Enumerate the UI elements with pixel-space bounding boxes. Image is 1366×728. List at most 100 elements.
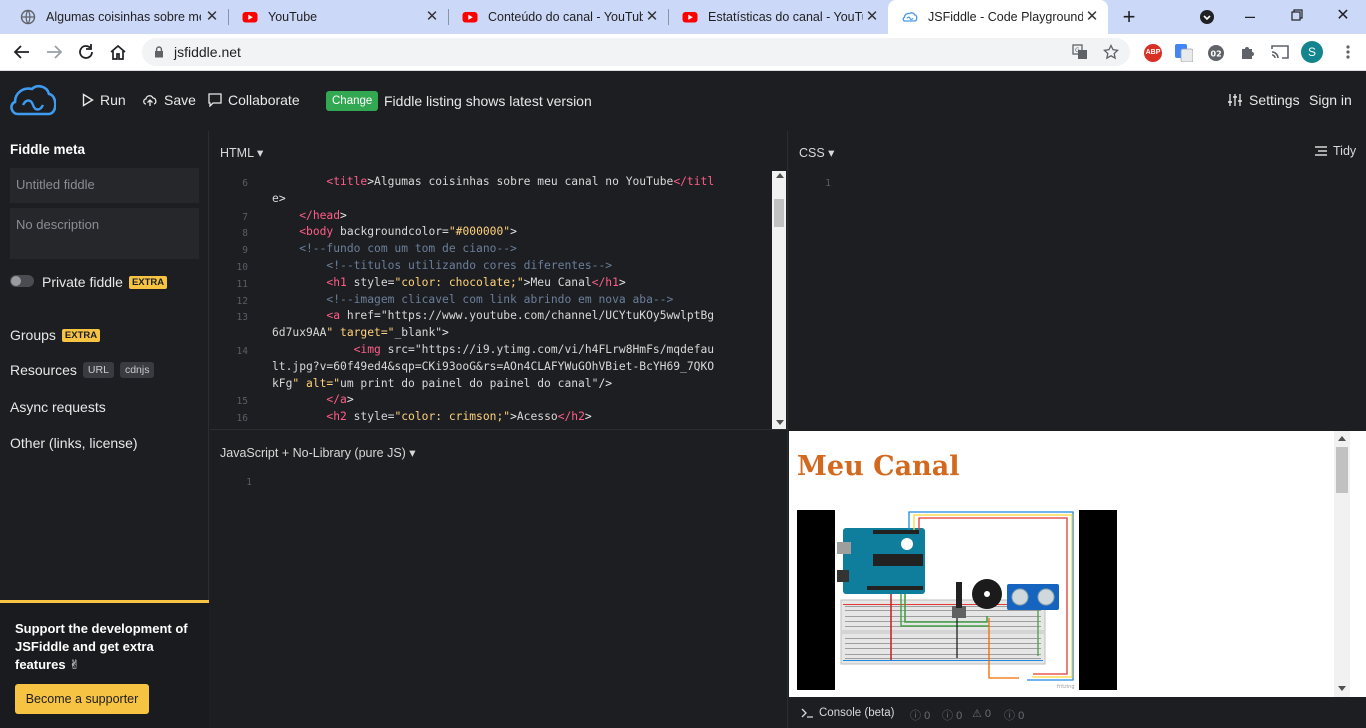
code-line: <body backgroundcolor="#000000"> bbox=[299, 225, 517, 239]
line-number: 10 bbox=[236, 262, 248, 273]
close-tab-icon[interactable]: ✕ bbox=[424, 9, 440, 25]
cloud-upload-icon bbox=[143, 95, 157, 106]
forward-icon[interactable] bbox=[45, 44, 63, 60]
collaborate-button[interactable]: Collaborate bbox=[208, 92, 300, 108]
result-heading: Meu Canal bbox=[797, 451, 960, 482]
css-panel-label[interactable]: CSS ▾ bbox=[799, 145, 834, 160]
chrome-menu-icon[interactable] bbox=[1345, 44, 1351, 60]
adblock-extension-icon[interactable]: ABP bbox=[1144, 44, 1162, 62]
home-icon[interactable] bbox=[109, 43, 127, 61]
globe-icon bbox=[20, 9, 36, 25]
code-line: </head> bbox=[299, 208, 347, 222]
scroll-up-icon[interactable] bbox=[1338, 436, 1346, 441]
cdnjs-tag[interactable]: cdnjs bbox=[119, 362, 155, 378]
code-line: e> bbox=[272, 191, 286, 205]
cast-icon[interactable] bbox=[1271, 44, 1289, 60]
run-button[interactable]: Run bbox=[82, 92, 126, 108]
groups-label: Groups bbox=[10, 327, 56, 343]
html-editor[interactable]: 6 7 8 9 10 11 12 13 14 15 16 <title>Algumas coisin… bbox=[210, 171, 771, 427]
tidy-button[interactable]: Tidy bbox=[1315, 144, 1356, 158]
js-panel: JavaScript + No-Library (pure JS) ▾ 1 bbox=[210, 431, 788, 728]
bookmark-star-icon[interactable] bbox=[1103, 44, 1119, 60]
tab-title: Estatísticas do canal - YouTube Studio bbox=[708, 10, 863, 24]
sliders-icon bbox=[1228, 94, 1242, 106]
scrollbar-thumb[interactable] bbox=[774, 199, 784, 227]
extension-icon[interactable]: 02 bbox=[1207, 44, 1225, 62]
new-tab-icon[interactable]: + bbox=[1119, 6, 1139, 28]
sidebar-item-resources[interactable]: Resources URL cdnjs bbox=[10, 362, 155, 378]
log-count: 0 bbox=[924, 710, 931, 722]
scroll-down-icon[interactable] bbox=[1338, 686, 1346, 691]
close-tab-icon[interactable]: ✕ bbox=[204, 9, 220, 25]
support-box: Support the development of JSFiddle and … bbox=[0, 600, 209, 728]
html-scrollbar[interactable] bbox=[772, 171, 786, 429]
run-label: Run bbox=[100, 92, 126, 108]
html-panel-label[interactable]: HTML ▾ bbox=[220, 145, 263, 160]
fritzing-circuit-image[interactable]: fritzing bbox=[797, 510, 1117, 690]
save-button[interactable]: Save bbox=[142, 92, 196, 108]
back-icon[interactable] bbox=[13, 44, 31, 60]
tab-search-icon[interactable] bbox=[1199, 9, 1215, 25]
sidebar-item-other[interactable]: Other (links, license) bbox=[10, 435, 138, 451]
chat-icon bbox=[208, 93, 222, 107]
js-panel-label[interactable]: JavaScript + No-Library (pure JS) ▾ bbox=[220, 445, 416, 460]
address-bar[interactable]: jsfiddle.net G bbox=[142, 38, 1130, 66]
change-button[interactable]: Change bbox=[326, 91, 379, 111]
browser-toolbar: jsfiddle.net G ABP 02 S bbox=[0, 34, 1366, 71]
html-code[interactable]: <title>Algumas coisinhas sobre meu canal… bbox=[272, 174, 714, 426]
scrollbar-thumb[interactable] bbox=[1336, 447, 1348, 493]
translate-icon[interactable]: G bbox=[1072, 44, 1088, 60]
tab-title: JSFiddle - Code Playground bbox=[928, 10, 1083, 24]
svg-text:02: 02 bbox=[1211, 50, 1222, 59]
youtube-icon bbox=[682, 12, 698, 23]
console-warning-count: ⚠ 0 bbox=[972, 708, 992, 720]
error-count: 0 bbox=[1018, 710, 1025, 722]
jsfiddle-logo-icon[interactable] bbox=[10, 84, 56, 118]
css-editor[interactable] bbox=[835, 171, 1355, 421]
code-line: <title>Algumas coisinhas sobre meu canal… bbox=[326, 175, 715, 188]
sign-in-link[interactable]: Sign in bbox=[1309, 92, 1352, 108]
line-number: 6 bbox=[242, 178, 248, 189]
code-line: <h2 style="color: crimson;">Acesso</h2> bbox=[326, 410, 592, 424]
image-watermark: fritzing bbox=[1057, 684, 1075, 690]
console-bar[interactable]: Console (beta) ⓘ 0 ⓘ 0 ⚠ 0 ⓘ 0 bbox=[789, 697, 1366, 728]
url-tag[interactable]: URL bbox=[82, 362, 114, 378]
scroll-up-icon[interactable] bbox=[776, 173, 784, 178]
browser-tab-active[interactable]: JSFiddle - Code Playground ✕ bbox=[888, 0, 1108, 34]
line-number: 12 bbox=[236, 295, 248, 307]
close-window-icon[interactable]: ✕ bbox=[1333, 5, 1353, 25]
google-translate-extension-icon[interactable] bbox=[1175, 44, 1193, 62]
sidebar-heading: Fiddle meta bbox=[10, 142, 86, 157]
resources-label: Resources bbox=[10, 362, 77, 378]
browser-tab[interactable]: Algumas coisinhas sobre meu canal ✕ bbox=[6, 0, 228, 34]
restore-icon[interactable] bbox=[1291, 9, 1303, 21]
private-fiddle-toggle[interactable] bbox=[10, 275, 34, 287]
close-tab-icon[interactable]: ✕ bbox=[1084, 9, 1100, 25]
js-editor[interactable] bbox=[256, 471, 776, 721]
code-line: <!--fundo com um tom de ciano--> bbox=[272, 242, 517, 256]
sidebar-item-async-requests[interactable]: Async requests bbox=[10, 399, 106, 415]
sidebar-item-groups[interactable]: Groups EXTRA bbox=[10, 327, 101, 343]
result-image-link[interactable]: fritzing bbox=[797, 510, 1117, 690]
fiddle-title-input[interactable]: Untitled fiddle bbox=[10, 168, 199, 203]
code-line: kFg" alt="um print do painel do painel d… bbox=[272, 376, 613, 390]
fiddle-description-input[interactable]: No description bbox=[10, 208, 199, 259]
browser-tab[interactable]: Conteúdo do canal - YouTube Studio ✕ bbox=[448, 0, 668, 34]
become-supporter-button[interactable]: Become a supporter bbox=[15, 684, 149, 714]
menu-lines-icon bbox=[1315, 146, 1327, 156]
minimize-icon[interactable]: – bbox=[1240, 6, 1260, 26]
settings-button[interactable]: Settings bbox=[1227, 92, 1300, 108]
svg-text:G: G bbox=[1075, 47, 1080, 54]
scroll-down-icon[interactable] bbox=[776, 420, 784, 425]
result-scrollbar[interactable] bbox=[1334, 431, 1350, 697]
browser-tab[interactable]: Estatísticas do canal - YouTube Studio ✕ bbox=[668, 0, 888, 34]
jsfiddle-icon bbox=[902, 12, 918, 22]
reload-icon[interactable] bbox=[77, 43, 95, 61]
play-icon bbox=[82, 93, 94, 107]
browser-tab[interactable]: YouTube ✕ bbox=[228, 0, 448, 34]
profile-avatar[interactable]: S bbox=[1301, 41, 1323, 63]
close-tab-icon[interactable]: ✕ bbox=[644, 9, 660, 25]
puzzle-extensions-icon[interactable] bbox=[1240, 44, 1256, 60]
close-tab-icon[interactable]: ✕ bbox=[864, 9, 880, 25]
lock-icon[interactable] bbox=[154, 46, 164, 58]
